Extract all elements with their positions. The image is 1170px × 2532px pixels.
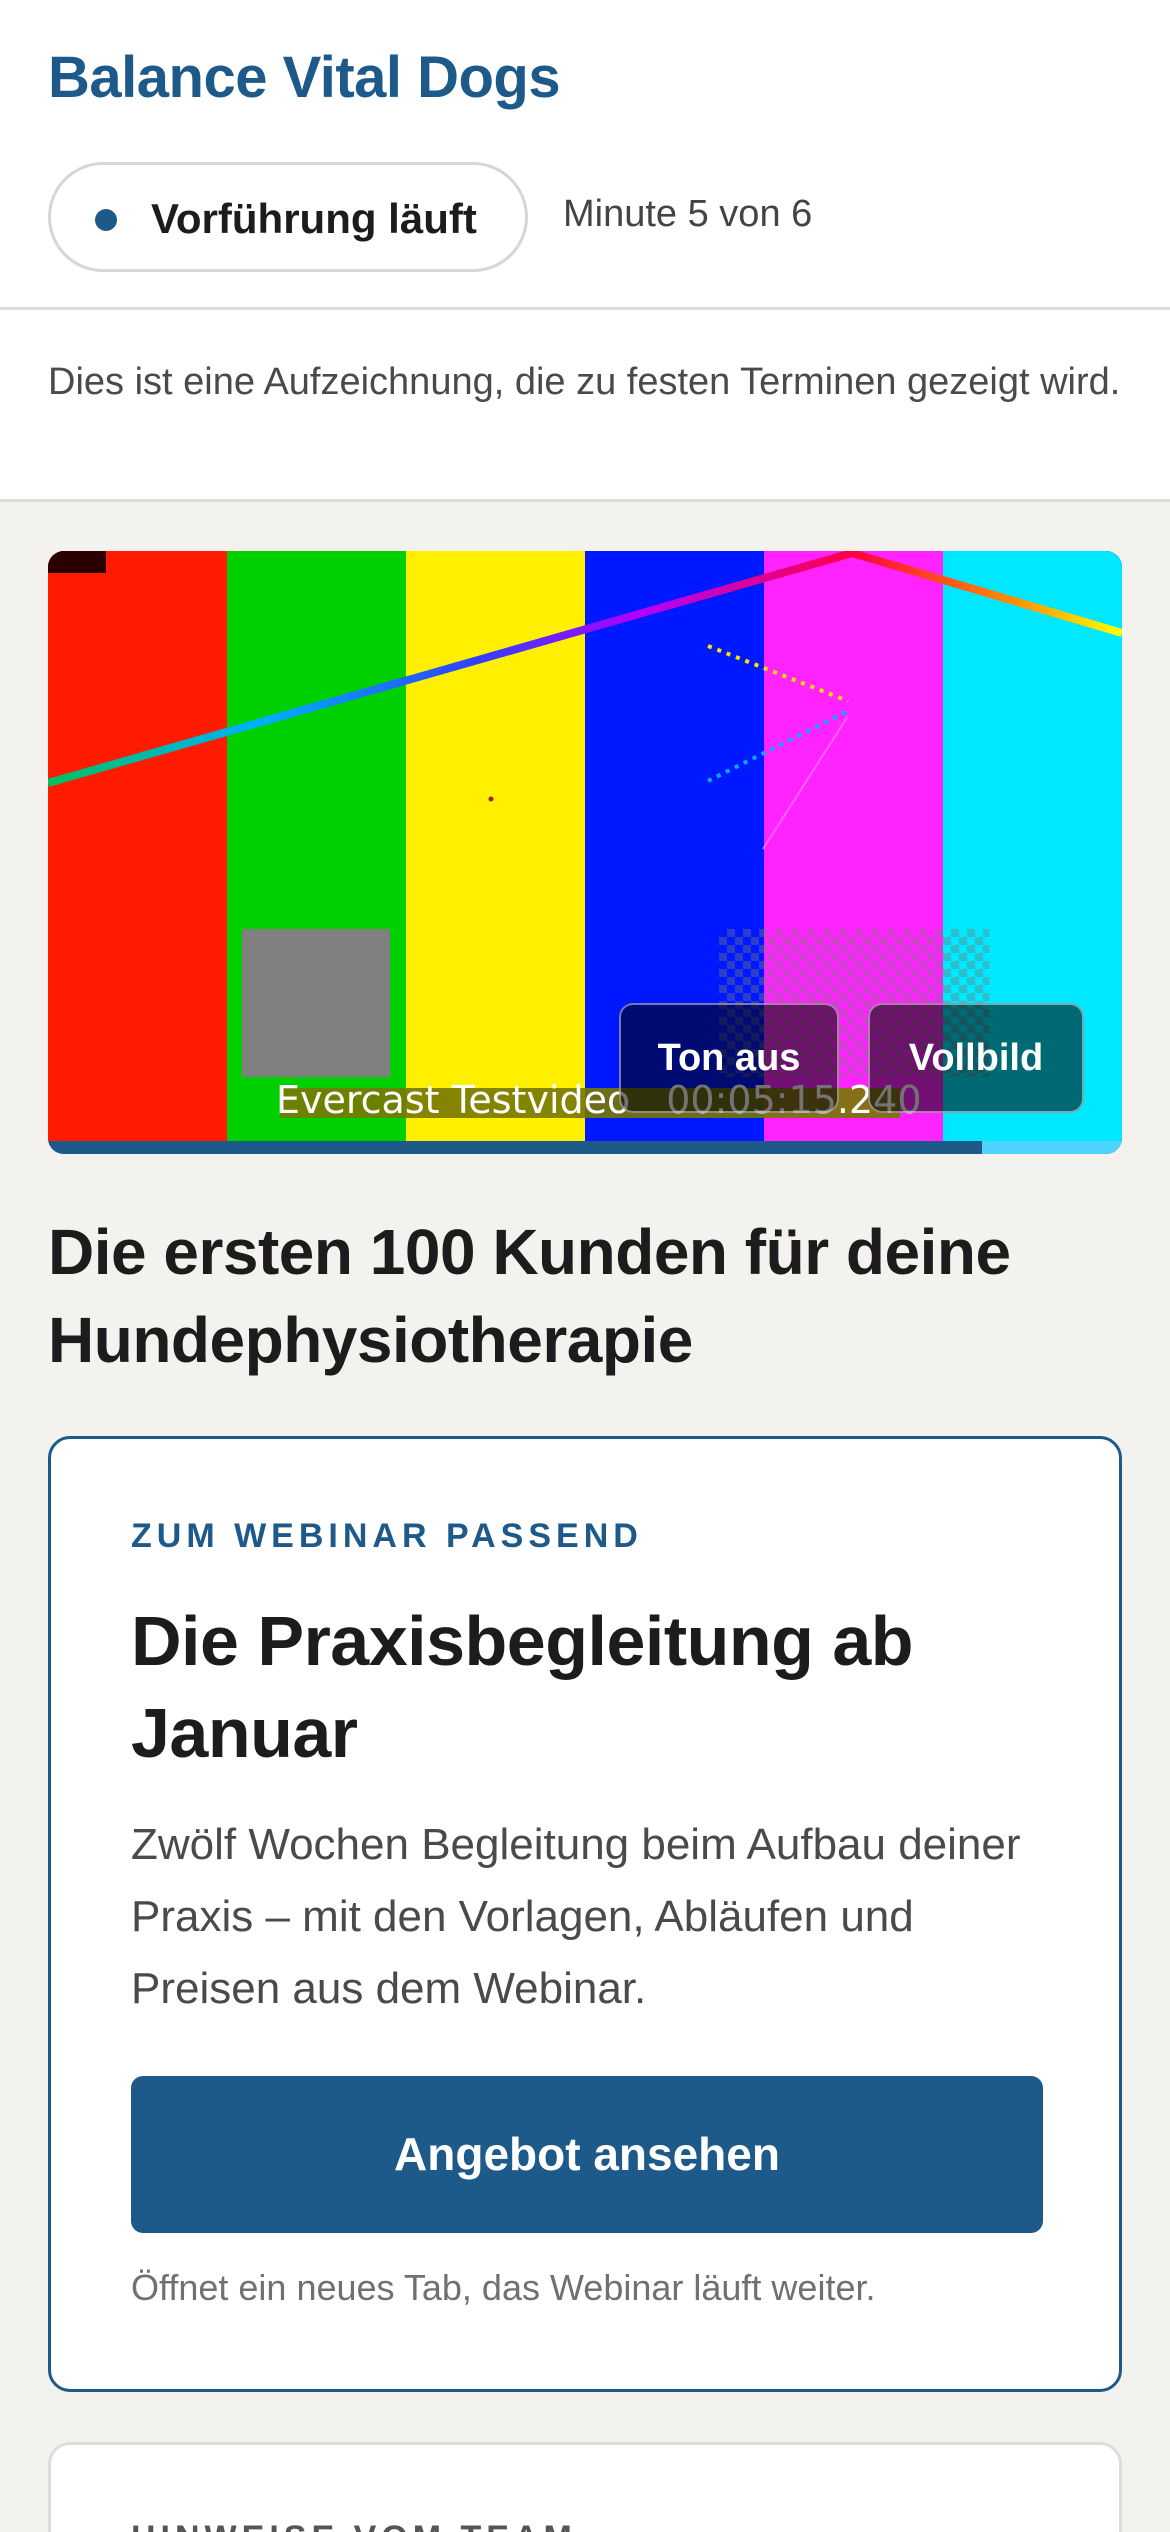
recording-notice: Dies ist eine Aufzeichnung, die zu feste… [0,310,1170,502]
app-header: Balance Vital Dogs Vorführung läuft Minu… [0,0,1170,310]
brand-title[interactable]: Balance Vital Dogs [48,44,561,111]
team-notes-card: HINWEISE VOM TEAM [48,2442,1122,2532]
view-offer-button[interactable]: Angebot ansehen [131,2076,1043,2233]
video-player[interactable]: Evercast Testvideo00:05:15.240 Ton aus V… [48,551,1122,1154]
fullscreen-button[interactable]: Vollbild [868,1003,1084,1113]
live-status-label: Vorführung läuft [151,195,477,242]
gray-test-square [242,929,390,1077]
offer-description: Zwölf Wochen Begleitung beim Aufbau dein… [131,1820,1021,2013]
team-notes-eyebrow: HINWEISE VOM TEAM [131,2519,577,2532]
offer-eyebrow: ZUM WEBINAR PASSEND [131,1517,643,1555]
video-caption-title: Evercast Testvideo [276,1078,631,1122]
recording-notice-text: Dies ist eine Aufzeichnung, die zu feste… [48,361,1121,403]
offer-card: ZUM WEBINAR PASSEND Die Praxisbegleitung… [48,1436,1122,2392]
video-progress-track[interactable] [48,1141,1122,1154]
mute-button[interactable]: Ton aus [619,1003,839,1113]
live-status-pill: Vorführung läuft [48,162,528,272]
webinar-title: Die ersten 100 Kunden für deine Hundephy… [48,1216,1011,1376]
timestamp-overlay [48,551,106,573]
offer-title: Die Praxisbegleitung ab Januar [131,1602,914,1772]
minute-progress-text: Minute 5 von 6 [563,193,813,235]
live-dot-icon [95,209,117,231]
video-progress-fill [48,1141,983,1154]
offer-cta-note: Öffnet ein neues Tab, das Webinar läuft … [131,2267,876,2308]
